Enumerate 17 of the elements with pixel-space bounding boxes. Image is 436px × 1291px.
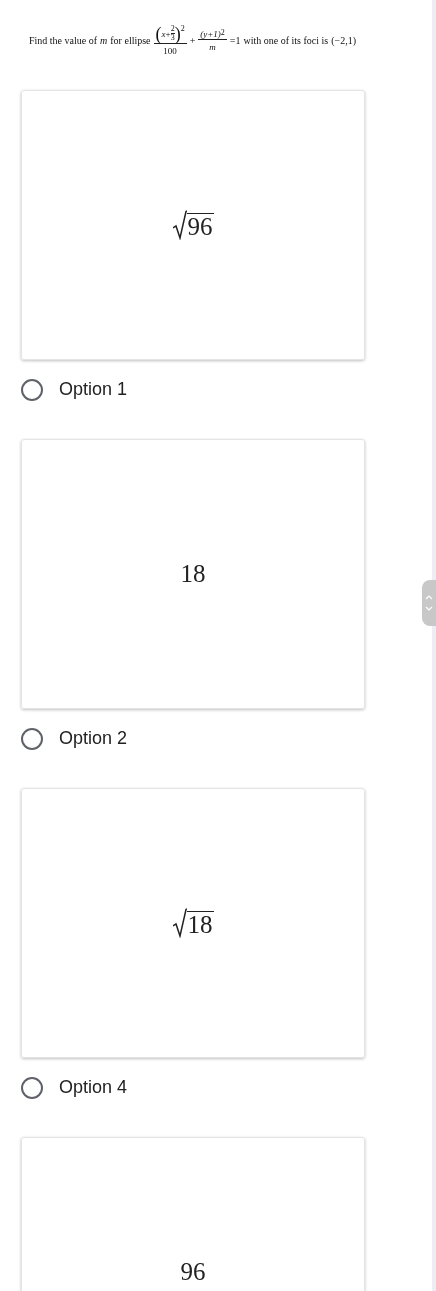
answer-option[interactable]: Option 4 [21,1058,436,1117]
radical-sign-icon [172,210,187,240]
answer-card[interactable]: 96 [21,90,365,360]
answer-value: 96 [180,1258,206,1286]
radical-sign-icon [172,908,187,938]
answer-card[interactable]: 18 [21,788,365,1058]
scroll-handle[interactable] [422,580,436,626]
answer-option[interactable]: Option 2 [21,709,436,768]
answer-option[interactable]: Option 1 [21,360,436,419]
answer-value: 18 [180,560,206,588]
radio-button[interactable] [21,1076,43,1099]
radio-button[interactable] [21,727,43,750]
radio-button[interactable] [21,378,43,401]
square-root-value: 96 [172,210,214,240]
answer-card[interactable]: 96 [21,1137,365,1291]
square-root-value: 18 [172,908,214,938]
answer-card[interactable]: 18 [21,439,365,709]
